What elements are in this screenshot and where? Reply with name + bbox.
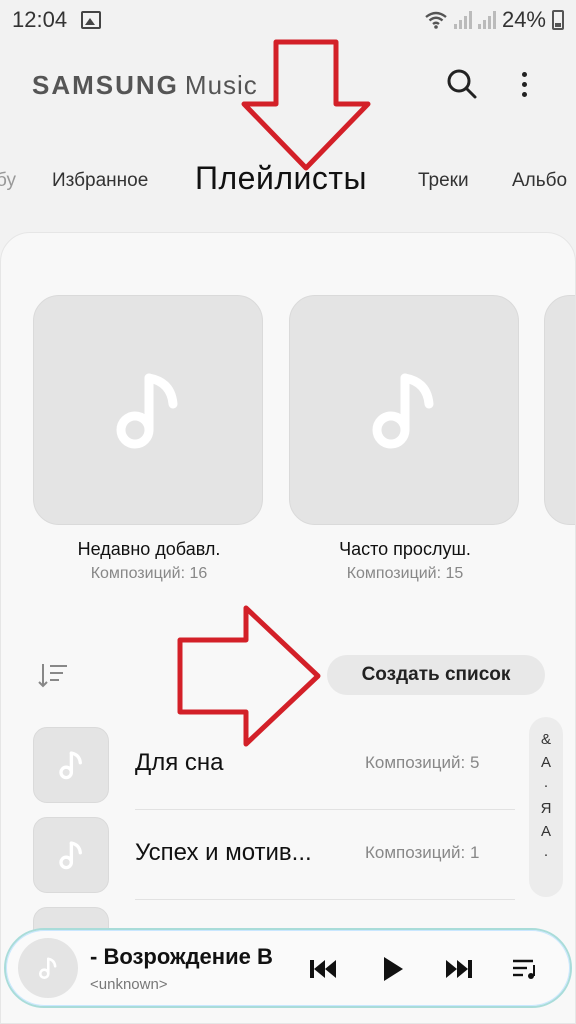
brand-samsung: SAMSUNG	[32, 70, 179, 100]
playlist-row[interactable]: Успех и мотив... Композиций: 1	[1, 817, 521, 907]
playlist-thumbnail	[33, 817, 109, 893]
status-bar: 12:04 24%	[0, 0, 576, 40]
tab-playlists[interactable]: Плейлисты	[195, 160, 367, 197]
search-icon[interactable]	[444, 66, 480, 102]
gallery-notification-icon	[81, 11, 102, 29]
featured-tile-most-played[interactable]	[289, 295, 519, 525]
featured-name-recently-added: Недавно добавл.	[77, 539, 221, 559]
featured-tile-partial[interactable]	[544, 295, 575, 525]
index-letter[interactable]: Я	[541, 800, 552, 817]
player-album-art	[18, 938, 78, 998]
music-note-icon	[39, 957, 57, 979]
playlist-count: Композиций: 5	[365, 753, 480, 772]
row-divider	[135, 899, 515, 900]
battery-icon	[552, 10, 564, 30]
previous-track-icon[interactable]	[306, 952, 340, 986]
tab-partial-left[interactable]: бу	[0, 170, 16, 192]
playlists-panel: Недавно добавл. Композиций: 16 Часто про…	[0, 232, 576, 1024]
index-letter[interactable]: ·	[544, 846, 549, 863]
tab-albums[interactable]: Альбо	[512, 170, 567, 192]
player-track-artist: <unknown>	[90, 976, 168, 993]
index-letter[interactable]: А	[541, 754, 551, 771]
playlist-title: Успех и мотив...	[135, 839, 312, 866]
wifi-icon	[425, 11, 447, 29]
signal-icon-2	[477, 11, 496, 29]
index-letter[interactable]: &	[541, 731, 551, 748]
playlist-title: Для сна	[135, 749, 224, 776]
row-divider	[135, 809, 515, 810]
featured-count-recently-added: Композиций: 16	[90, 565, 208, 582]
index-letter[interactable]: ·	[544, 777, 549, 794]
category-tabs: бу Избранное Плейлисты Треки Альбо	[0, 160, 576, 210]
mini-player[interactable]: - Возрождение В <unknown>	[4, 928, 572, 1008]
app-header: SAMSUNG Music	[0, 52, 576, 116]
more-options-icon[interactable]	[508, 66, 540, 102]
app-brand: SAMSUNG Music	[32, 70, 258, 101]
music-note-icon	[59, 751, 82, 780]
tab-favorites[interactable]: Избранное	[52, 170, 148, 192]
queue-icon[interactable]	[508, 952, 542, 986]
brand-music: Music	[184, 70, 258, 100]
music-note-icon	[116, 373, 178, 449]
featured-count-most-played: Композиций: 15	[346, 565, 464, 582]
featured-name-most-played: Часто прослуш.	[339, 539, 471, 559]
index-letter[interactable]: A	[541, 823, 551, 840]
playlist-count: Композиций: 1	[365, 843, 480, 862]
signal-icon	[453, 11, 472, 29]
playlist-thumbnail	[33, 727, 109, 803]
sort-icon[interactable]	[37, 661, 69, 689]
next-track-icon[interactable]	[442, 952, 476, 986]
playlist-row[interactable]: Для сна Композиций: 5	[1, 727, 521, 817]
player-track-title: - Возрождение В	[90, 944, 273, 969]
alphabet-index-scroller[interactable]: & А · Я A ·	[529, 717, 563, 897]
tab-tracks[interactable]: Треки	[418, 170, 469, 192]
status-time: 12:04	[12, 7, 68, 32]
play-icon[interactable]	[376, 952, 410, 986]
create-playlist-button[interactable]: Создать список	[327, 655, 545, 695]
battery-percent: 24%	[501, 7, 546, 32]
music-note-icon	[59, 841, 82, 870]
featured-tile-recently-added[interactable]	[33, 295, 263, 525]
music-note-icon	[372, 373, 434, 449]
